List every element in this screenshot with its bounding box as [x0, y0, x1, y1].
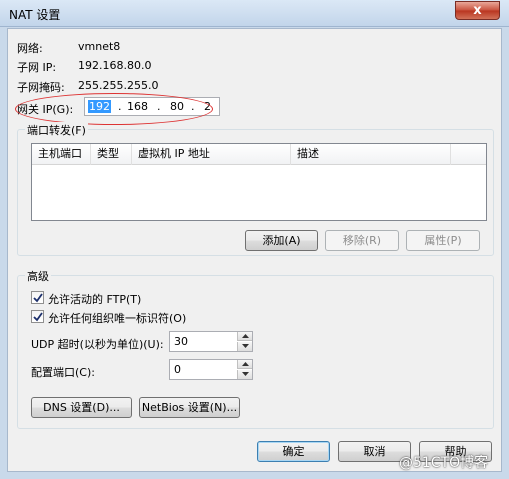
config-port-spin-buttons	[237, 360, 252, 379]
gateway-ip-label: 网关 IP(G):	[17, 103, 74, 116]
subnet-ip-value: 192.168.80.0	[78, 59, 152, 72]
window-title: NAT 设置	[9, 8, 61, 22]
chevron-up-icon	[242, 334, 249, 338]
config-port-stepper[interactable]: 0	[169, 359, 253, 380]
gateway-octet-4[interactable]: 2	[204, 100, 211, 113]
ok-button[interactable]: 确定	[257, 441, 330, 462]
config-port-label: 配置端口(C):	[31, 366, 95, 379]
close-button[interactable]: x	[455, 1, 500, 20]
allow-active-ftp-label[interactable]: 允许活动的 FTP(T)	[48, 291, 141, 307]
subnet-mask-value: 255.255.255.0	[78, 79, 159, 92]
config-port-increment[interactable]	[237, 360, 252, 369]
add-button[interactable]: 添加(A)	[245, 230, 318, 251]
column-vm-ip[interactable]: 虚拟机 IP 地址	[132, 144, 291, 165]
udp-timeout-value[interactable]: 30	[174, 335, 188, 348]
network-label: 网络:	[17, 42, 43, 55]
udp-timeout-stepper[interactable]: 30	[169, 331, 253, 352]
remove-button[interactable]: 移除(R)	[325, 230, 399, 251]
checkmark-icon	[33, 312, 43, 322]
table-header: 主机端口 类型 虚拟机 IP 地址 描述	[32, 144, 486, 165]
gateway-dot-1: .	[118, 100, 122, 113]
chevron-up-icon	[242, 362, 249, 366]
network-value: vmnet8	[78, 40, 121, 53]
allow-active-ftp-checkbox[interactable]	[31, 291, 44, 304]
allow-any-oui-label[interactable]: 允许任何组织唯一标识符(O)	[48, 310, 186, 326]
gateway-octet-1[interactable]: 192	[88, 100, 111, 113]
config-port-decrement[interactable]	[237, 370, 252, 379]
udp-timeout-label: UDP 超时(以秒为单位)(U):	[31, 338, 164, 351]
properties-button[interactable]: 属性(P)	[406, 230, 480, 251]
udp-timeout-increment[interactable]	[237, 332, 252, 341]
gateway-octet-3[interactable]: 80	[170, 100, 184, 113]
column-type[interactable]: 类型	[91, 144, 132, 165]
config-port-value[interactable]: 0	[174, 363, 181, 376]
subnet-mask-label: 子网掩码:	[17, 81, 65, 94]
gateway-octet-1-selected: 192	[88, 100, 111, 113]
close-icon: x	[473, 3, 482, 18]
title-bar: NAT 设置 x	[0, 0, 509, 27]
subnet-ip-label: 子网 IP:	[17, 61, 57, 74]
dialog-client-area: 网络: vmnet8 子网 IP: 192.168.80.0 子网掩码: 255…	[7, 28, 502, 472]
chevron-down-icon	[242, 344, 249, 348]
dns-settings-button[interactable]: DNS 设置(D)...	[31, 397, 132, 418]
checkmark-icon	[33, 293, 43, 303]
column-description[interactable]: 描述	[291, 144, 451, 165]
gateway-dot-3: .	[191, 100, 195, 113]
port-forwarding-title: 端口转发(F)	[25, 122, 88, 138]
gateway-ip-input[interactable]: 192 . 168 . 80 . 2	[84, 97, 220, 116]
port-forwarding-table[interactable]: 主机端口 类型 虚拟机 IP 地址 描述	[31, 143, 487, 221]
gateway-dot-2: .	[157, 100, 161, 113]
udp-timeout-decrement[interactable]	[237, 342, 252, 351]
allow-any-oui-checkbox[interactable]	[31, 310, 44, 323]
advanced-title: 高级	[25, 268, 51, 284]
udp-timeout-spin-buttons	[237, 332, 252, 351]
watermark: @51CTO博客	[399, 455, 489, 471]
chevron-down-icon	[242, 372, 249, 376]
netbios-settings-button[interactable]: NetBios 设置(N)...	[139, 397, 240, 418]
gateway-octet-2[interactable]: 168	[127, 100, 148, 113]
column-host-port[interactable]: 主机端口	[32, 144, 91, 165]
